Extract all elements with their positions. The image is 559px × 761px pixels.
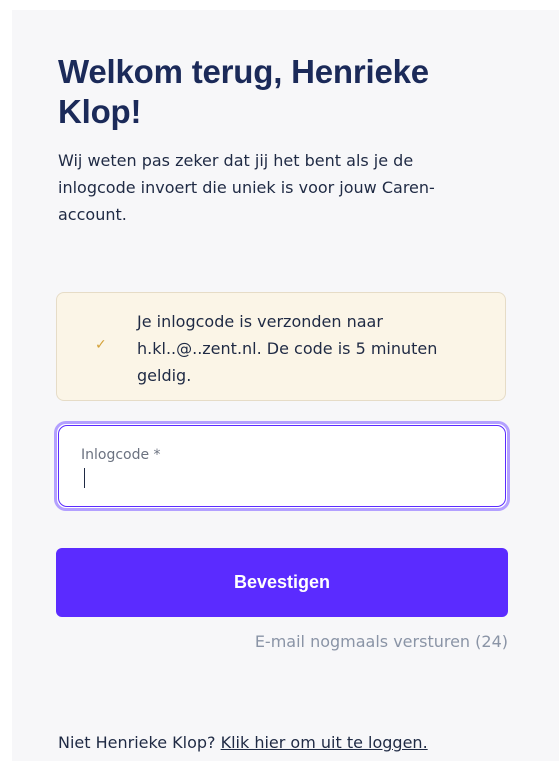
intro-text: Wij weten pas zeker dat jij het bent als… (58, 151, 435, 224)
text-caret (84, 468, 85, 488)
logout-footer: Niet Henrieke Klop? Klik hier om uit te … (58, 732, 428, 754)
notice-message: Je inlogcode is verzonden naar h.kl..@..… (137, 312, 438, 385)
resend-email-link[interactable]: E-mail nogmaals versturen (24) (255, 632, 508, 652)
page-title: Welkom terug, Henrieke Klop! (58, 53, 429, 130)
login-code-field[interactable]: Inlogcode * (54, 421, 510, 511)
confirm-button[interactable]: Bevestigen (56, 548, 508, 617)
footer-prefix: Niet Henrieke Klop? (58, 733, 216, 752)
login-code-field-border: Inlogcode * (58, 425, 506, 507)
code-sent-notice: ✓ Je inlogcode is verzonden naar h.kl..@… (56, 292, 506, 401)
login-code-label: Inlogcode * (81, 447, 161, 463)
login-panel: Welkom terug, Henrieke Klop! Wij weten p… (12, 10, 559, 761)
login-code-input[interactable] (79, 466, 479, 490)
logout-link[interactable]: Klik hier om uit te loggen. (221, 733, 428, 752)
checkmark-icon: ✓ (95, 337, 107, 353)
